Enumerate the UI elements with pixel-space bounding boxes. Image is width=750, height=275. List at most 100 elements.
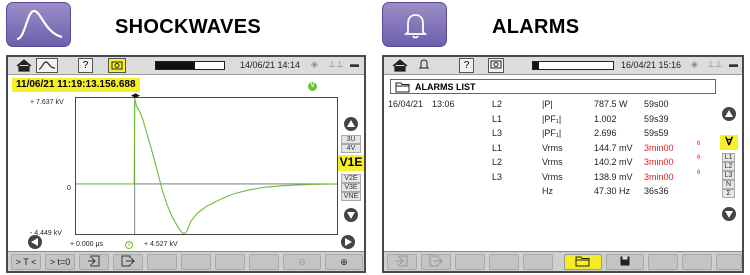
cursor-channel-badge: V bbox=[125, 241, 133, 249]
filter-option-sigma[interactable]: Σ bbox=[722, 189, 735, 198]
memory-progress-bar bbox=[155, 61, 225, 70]
function-key-8[interactable] bbox=[249, 254, 279, 270]
camera-icon[interactable] bbox=[108, 58, 126, 73]
alarm-duration-cell: 59s59 bbox=[644, 128, 669, 138]
alarm-param-cell: |PF₁| bbox=[542, 113, 562, 124]
help-icon[interactable]: ? bbox=[78, 58, 93, 73]
connection-icon: ◈ bbox=[311, 59, 318, 69]
scroll-up-button[interactable] bbox=[344, 117, 358, 131]
waveform-plot[interactable] bbox=[75, 97, 338, 235]
alarm-time-cell: 13:06 bbox=[432, 99, 455, 109]
mode-option-3U[interactable]: 3U bbox=[341, 135, 361, 144]
scroll-down-button[interactable] bbox=[722, 207, 736, 221]
function-key-bar: > T < > t=0 ⊖ ⊕ bbox=[8, 251, 364, 271]
folder-icon bbox=[395, 82, 410, 93]
function-key-5[interactable] bbox=[523, 254, 553, 270]
alarm-value-cell: 1.002 bbox=[594, 113, 617, 124]
alarm-duration-cell: 3min00 bbox=[644, 171, 674, 182]
alarm-param-cell: Vrms bbox=[542, 157, 563, 167]
filter-option-L3[interactable]: L3 bbox=[722, 171, 735, 180]
y-zero-label: 0 bbox=[67, 185, 71, 192]
alarm-duration-cell: 59s00 bbox=[644, 99, 669, 109]
alarm-param-cell: Vrms bbox=[542, 171, 563, 182]
cursor-value-readout: + 4.527 kV bbox=[144, 241, 178, 248]
alarm-phase-cell: L2 bbox=[492, 157, 503, 167]
shockwaves-screen: ? 14/06/21 14:14 ◈ ⊥⊥ ▬ 11/06/21 11:19:1… bbox=[6, 55, 366, 273]
channel-badge: V bbox=[308, 82, 317, 91]
mode-option-V3E[interactable]: V3E bbox=[341, 183, 361, 192]
bell-icon bbox=[382, 2, 447, 47]
save-icon[interactable] bbox=[606, 254, 644, 270]
alarm-value-cell: 47.30 Hz bbox=[594, 186, 631, 196]
alarm-mark: 6 bbox=[697, 169, 701, 176]
goto-t0-button[interactable]: > t=0 bbox=[45, 254, 75, 270]
memory-progress-bar bbox=[532, 61, 614, 70]
cursor-handle[interactable]: ◂▸ bbox=[131, 90, 140, 101]
function-key-bar bbox=[384, 251, 742, 271]
status-datetime: 14/06/21 14:14 bbox=[240, 60, 301, 70]
filter-option-L2[interactable]: L2 bbox=[722, 162, 735, 171]
function-key-4[interactable] bbox=[489, 254, 519, 270]
alarm-phase-cell: L1 bbox=[492, 142, 503, 153]
alarm-duration-cell: 36s36 bbox=[644, 186, 669, 196]
home-icon[interactable] bbox=[390, 58, 410, 73]
alarms-list-title: ALARMS LIST bbox=[415, 82, 476, 92]
network-icon: ⊥⊥ bbox=[328, 59, 344, 69]
function-key-7[interactable] bbox=[215, 254, 245, 270]
alarm-duration-cell: 59s39 bbox=[644, 113, 669, 124]
alarm-phase-cell: L1 bbox=[492, 113, 503, 124]
waveform-mode-icon[interactable] bbox=[36, 58, 58, 73]
alarm-param-cell: |PF₁| bbox=[542, 128, 562, 138]
filter-selected[interactable]: ∀ bbox=[720, 135, 738, 150]
scroll-up-button[interactable] bbox=[722, 107, 736, 121]
help-icon[interactable]: ? bbox=[459, 58, 474, 73]
connection-icon: ◈ bbox=[691, 59, 698, 69]
mode-option-V2E[interactable]: V2E bbox=[341, 174, 361, 183]
mode-option-4V[interactable]: 4V bbox=[341, 144, 361, 153]
function-key-3[interactable] bbox=[455, 254, 485, 270]
battery-icon: ▬ bbox=[729, 59, 738, 69]
status-bar: ? 16/04/21 15:16 ◈ ⊥⊥ ▬ bbox=[384, 57, 742, 75]
function-key-10[interactable] bbox=[716, 254, 742, 270]
function-key-5[interactable] bbox=[147, 254, 177, 270]
shockwave-icon bbox=[6, 2, 71, 47]
alarm-value-cell: 2.696 bbox=[594, 128, 617, 138]
function-key-9[interactable] bbox=[682, 254, 712, 270]
export-icon[interactable] bbox=[113, 254, 143, 270]
fit-time-button[interactable]: > T < bbox=[11, 254, 41, 270]
mode-selected-V1E[interactable]: V1E bbox=[338, 155, 364, 171]
export-icon[interactable] bbox=[421, 254, 451, 270]
filter-option-N[interactable]: N bbox=[722, 180, 735, 189]
filter-option-L1[interactable]: L1 bbox=[722, 153, 735, 162]
zoom-out-icon[interactable]: ⊖ bbox=[283, 254, 321, 270]
scroll-down-button[interactable] bbox=[344, 208, 358, 222]
import-icon[interactable] bbox=[387, 254, 417, 270]
alarm-value-cell: 138.9 mV bbox=[594, 171, 633, 182]
zoom-in-icon[interactable]: ⊕ bbox=[325, 254, 363, 270]
waveform-trace bbox=[76, 98, 338, 235]
scroll-left-button[interactable] bbox=[28, 235, 42, 249]
alarm-duration-cell: 3min00 bbox=[644, 157, 674, 167]
camera-icon[interactable] bbox=[488, 58, 504, 73]
scroll-right-button[interactable] bbox=[341, 235, 355, 249]
cursor-time-readout: + 0.000 µs bbox=[70, 241, 104, 248]
open-folder-icon[interactable] bbox=[564, 254, 602, 270]
alarm-value-cell: 787.5 W bbox=[594, 99, 628, 109]
alarm-param-cell: Hz bbox=[542, 186, 553, 196]
alarm-mark: 6 bbox=[697, 140, 701, 147]
alarm-phase-cell: L3 bbox=[492, 171, 503, 182]
function-key-6[interactable] bbox=[181, 254, 211, 270]
battery-icon: ▬ bbox=[350, 59, 359, 69]
bell-icon[interactable] bbox=[416, 58, 432, 73]
waveform-svg bbox=[76, 98, 338, 235]
status-datetime: 16/04/21 15:16 bbox=[621, 60, 682, 70]
alarm-value-cell: 140.2 mV bbox=[594, 157, 633, 167]
function-key-8[interactable] bbox=[648, 254, 678, 270]
home-icon[interactable] bbox=[14, 58, 34, 73]
network-icon: ⊥⊥ bbox=[707, 59, 723, 69]
section-title-alarms: ALARMS bbox=[492, 16, 580, 38]
alarm-date-cell: 16/04/21 bbox=[388, 99, 424, 109]
import-icon[interactable] bbox=[79, 254, 109, 270]
mode-option-VNE[interactable]: VNE bbox=[341, 192, 361, 201]
y-max-label: + 7.637 kV bbox=[30, 99, 64, 106]
